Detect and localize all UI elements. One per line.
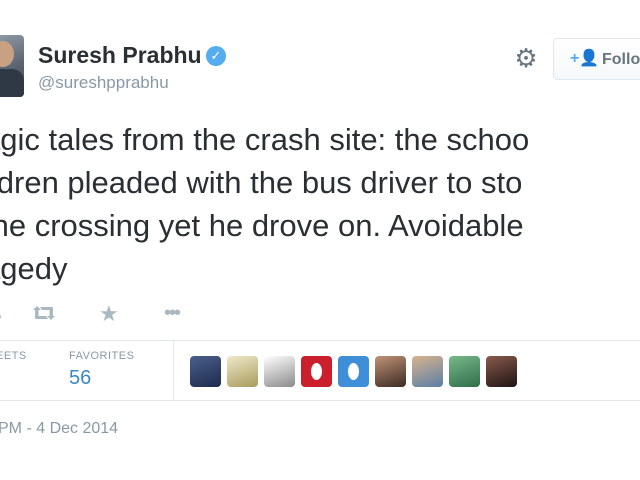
favoriter-avatar[interactable]	[486, 356, 517, 387]
favorites-label[interactable]: FAVORITES	[69, 350, 134, 362]
brand-logo-icon	[348, 363, 359, 380]
favorite-star-icon[interactable]: ★	[99, 303, 121, 325]
favoriter-avatar[interactable]	[227, 356, 258, 387]
tweet-timestamp[interactable]: PM - 4 Dec 2014	[0, 420, 118, 438]
follow-button[interactable]: +👤 Follo	[553, 38, 640, 80]
verified-badge-icon: ✓	[206, 46, 226, 66]
gear-icon[interactable]: ⚙	[513, 45, 539, 71]
display-name[interactable]: Suresh Prabhu	[38, 42, 202, 69]
tweet-text-line: agedy	[0, 251, 68, 286]
favoriter-avatar[interactable]	[190, 356, 221, 387]
user-handle[interactable]: @sureshpprabhu	[38, 73, 169, 93]
follow-button-label: Follo	[602, 51, 640, 68]
more-options-icon[interactable]: •••	[164, 303, 190, 323]
divider	[0, 400, 640, 401]
add-user-icon: +👤	[570, 50, 600, 67]
avatar[interactable]	[0, 35, 24, 97]
favoriter-avatar[interactable]	[338, 356, 369, 387]
avatar-shoulders	[0, 69, 24, 97]
avatar-face	[0, 41, 14, 67]
retweet-icon[interactable]	[30, 303, 58, 323]
tweet-card: Suresh Prabhu ✓ @sureshpprabhu ⚙ +👤 Foll…	[0, 0, 640, 480]
favoriter-avatar[interactable]	[301, 356, 332, 387]
retweets-label[interactable]: EETS	[0, 350, 27, 362]
favoriter-avatar[interactable]	[449, 356, 480, 387]
tweet-text-line: agic tales from the crash site: the scho…	[0, 122, 530, 157]
favoriter-avatar[interactable]	[375, 356, 406, 387]
tweet-text-line: ildren pleaded with the bus driver to st…	[0, 165, 523, 200]
brand-logo-icon	[311, 363, 322, 380]
reply-icon[interactable]	[0, 303, 2, 323]
tweet-text: agic tales from the crash site: the scho…	[0, 118, 640, 290]
divider	[173, 341, 174, 400]
tweet-text-line: the crossing yet he drove on. Avoidable	[0, 208, 524, 243]
favorites-count[interactable]: 56	[69, 367, 91, 390]
divider	[0, 340, 640, 341]
favoriter-avatar[interactable]	[412, 356, 443, 387]
favoriter-avatar[interactable]	[264, 356, 295, 387]
